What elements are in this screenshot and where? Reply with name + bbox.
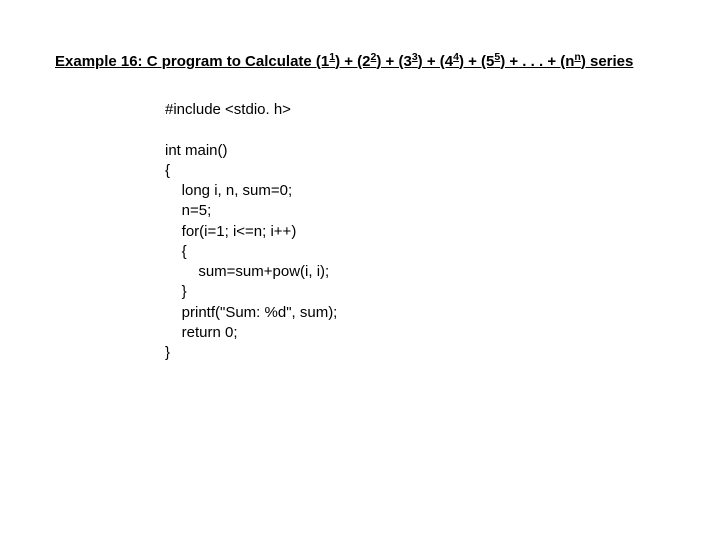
code-line: for(i=1; i<=n; i++) [165, 223, 296, 240]
code-line: sum=sum+pow(i, i); [165, 263, 329, 280]
title-text: Example 16: C program to Calculate (11) … [55, 53, 633, 70]
example-title: Example 16: C program to Calculate (11) … [55, 50, 665, 72]
code-line: return 0; [165, 324, 238, 341]
code-line: { [165, 243, 187, 260]
code-line: int main() [165, 142, 228, 159]
code-line: #include <stdio. h> [165, 101, 291, 118]
code-line: } [165, 344, 170, 361]
code-line: long i, n, sum=0; [165, 182, 292, 199]
code-line: n=5; [165, 202, 211, 219]
code-block: #include <stdio. h> int main() { long i,… [165, 100, 665, 363]
code-line: } [165, 283, 187, 300]
code-line: { [165, 162, 170, 179]
code-line: printf("Sum: %d", sum); [165, 304, 337, 321]
